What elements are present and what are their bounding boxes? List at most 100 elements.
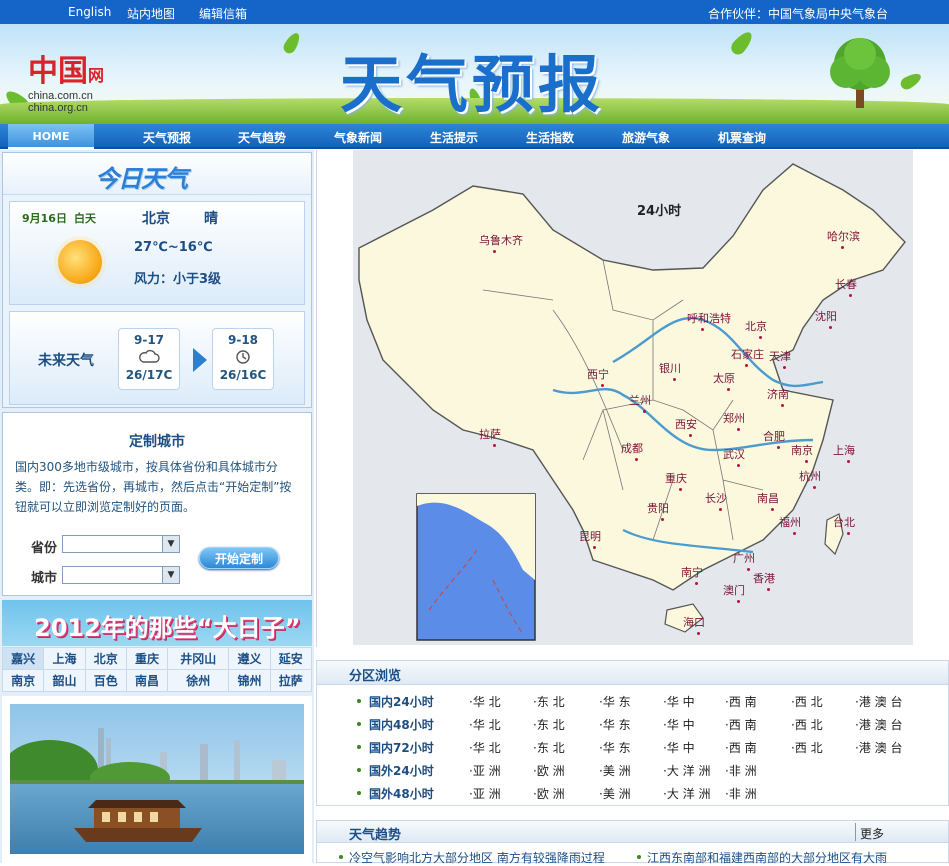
region-link[interactable]: ·港 澳 台 (855, 716, 902, 733)
city-jiaxing[interactable]: 嘉兴 (1, 647, 45, 670)
region-link[interactable]: ·东 北 (533, 693, 565, 710)
region-row-label[interactable]: 国内72小时 (369, 739, 434, 756)
map-city-label[interactable]: 澳门 (723, 582, 745, 598)
map-city-label[interactable]: 郑州 (723, 410, 745, 426)
map-city-label[interactable]: 上海 (833, 442, 855, 458)
region-link[interactable]: ·大 洋 洲 (663, 785, 710, 802)
nav-life-tips[interactable]: 生活提示 (430, 129, 478, 146)
map-city-label[interactable]: 南京 (791, 442, 813, 458)
map-city-label[interactable]: 香港 (753, 570, 775, 586)
editor-mailbox-link[interactable]: 编辑信箱 (199, 5, 247, 22)
trend-news-2[interactable]: 江西东南部和福建西南部的大部分地区有大雨 (647, 849, 887, 866)
map-city-label[interactable]: 济南 (767, 386, 789, 402)
more-link[interactable]: 更多 (860, 825, 884, 842)
map-city-label[interactable]: 长沙 (705, 490, 727, 506)
china-weather-map[interactable]: 24小时 乌鲁木齐 哈尔滨 长春 沈阳 呼和浩特 北京 天津 石家庄 银川 西宁 太原 济南 兰州 郑州 西… (353, 150, 913, 645)
region-row-label[interactable]: 国外24小时 (369, 762, 434, 779)
map-city-label[interactable]: 武汉 (723, 446, 745, 462)
map-city-label[interactable]: 西宁 (587, 366, 609, 382)
region-link[interactable]: ·东 北 (533, 716, 565, 733)
region-row-label[interactable]: 国内48小时 (369, 716, 434, 733)
map-city-label[interactable]: 南昌 (757, 490, 779, 506)
map-city-label[interactable]: 重庆 (665, 470, 687, 486)
map-city-label[interactable]: 台北 (833, 514, 855, 530)
city-zunyi[interactable]: 遵义 (228, 647, 271, 670)
region-link[interactable]: ·西 北 (791, 693, 823, 710)
map-city-label[interactable]: 呼和浩特 (687, 310, 731, 326)
map-city-label[interactable]: 拉萨 (479, 426, 501, 442)
map-city-label[interactable]: 天津 (769, 348, 791, 364)
region-link[interactable]: ·美 洲 (599, 762, 631, 779)
nav-weather-forecast[interactable]: 天气预报 (143, 129, 191, 146)
chevron-right-icon[interactable] (190, 346, 210, 374)
map-city-label[interactable]: 海口 (683, 614, 705, 630)
map-city-label[interactable]: 太原 (713, 370, 735, 386)
nav-life-index[interactable]: 生活指数 (526, 129, 574, 146)
region-link[interactable]: ·亚 洲 (469, 762, 501, 779)
partner-link[interactable]: 合作伙伴：中国气象局中央气象台 (708, 5, 888, 22)
city-chongqing[interactable]: 重庆 (125, 647, 169, 670)
region-link[interactable]: ·华 东 (599, 716, 631, 733)
region-link[interactable]: ·西 南 (725, 693, 757, 710)
map-city-label[interactable]: 南宁 (681, 564, 703, 580)
city-jinggangshan[interactable]: 井冈山 (167, 647, 230, 670)
map-city-label[interactable]: 杭州 (799, 468, 821, 484)
region-link[interactable]: ·西 北 (791, 716, 823, 733)
lake-boat-photo[interactable] (10, 704, 304, 854)
region-link[interactable]: ·华 中 (663, 739, 695, 756)
region-link[interactable]: ·西 南 (725, 716, 757, 733)
nav-travel-weather[interactable]: 旅游气象 (622, 129, 670, 146)
region-link[interactable]: ·亚 洲 (469, 785, 501, 802)
big-days-banner[interactable]: 2012年的那些“大日子” (2, 600, 312, 646)
region-link[interactable]: ·西 北 (791, 739, 823, 756)
nav-weather-trend[interactable]: 天气趋势 (238, 129, 286, 146)
region-link[interactable]: ·东 北 (533, 739, 565, 756)
city-baise[interactable]: 百色 (84, 669, 127, 692)
start-custom-button[interactable]: 开始定制 (199, 547, 279, 569)
region-link[interactable]: ·非 洲 (725, 762, 757, 779)
region-link[interactable]: ·美 洲 (599, 785, 631, 802)
region-link[interactable]: ·华 东 (599, 693, 631, 710)
region-link[interactable]: ·华 北 (469, 716, 501, 733)
chevron-down-icon[interactable]: ▼ (162, 536, 179, 552)
province-select[interactable]: ▼ (62, 535, 180, 553)
map-city-label[interactable]: 贵阳 (647, 500, 669, 516)
city-yanan[interactable]: 延安 (269, 647, 313, 670)
region-link[interactable]: ·港 澳 台 (855, 693, 902, 710)
region-link[interactable]: ·华 中 (663, 716, 695, 733)
english-link[interactable]: English (68, 5, 111, 19)
map-city-label[interactable]: 长春 (835, 276, 857, 292)
trend-news-1[interactable]: 冷空气影响北方大部分地区 南方有较强降雨过程 (349, 849, 605, 866)
city-lhasa[interactable]: 拉萨 (269, 669, 313, 692)
map-city-label[interactable]: 沈阳 (815, 308, 837, 324)
chevron-down-icon[interactable]: ▼ (162, 567, 179, 583)
city-nanchang[interactable]: 南昌 (125, 669, 169, 692)
nav-weather-news[interactable]: 气象新闻 (334, 129, 382, 146)
map-city-label[interactable]: 石家庄 (731, 346, 764, 362)
region-link[interactable]: ·非 洲 (725, 785, 757, 802)
region-link[interactable]: ·华 北 (469, 693, 501, 710)
city-beijing[interactable]: 北京 (84, 647, 127, 670)
region-link[interactable]: ·西 南 (725, 739, 757, 756)
city-xuzhou[interactable]: 徐州 (167, 669, 230, 692)
map-city-label[interactable]: 福州 (779, 514, 801, 530)
map-city-label[interactable]: 西安 (675, 416, 697, 432)
map-city-label[interactable]: 兰州 (629, 392, 651, 408)
region-link[interactable]: ·欧 洲 (533, 785, 565, 802)
map-city-label[interactable]: 广州 (733, 550, 755, 566)
region-row-label[interactable]: 国外48小时 (369, 785, 434, 802)
map-city-label[interactable]: 昆明 (579, 528, 601, 544)
nav-home[interactable]: HOME (8, 124, 94, 149)
map-city-label[interactable]: 哈尔滨 (827, 228, 860, 244)
region-link[interactable]: ·华 北 (469, 739, 501, 756)
map-city-label[interactable]: 成都 (621, 440, 643, 456)
region-link[interactable]: ·欧 洲 (533, 762, 565, 779)
region-link[interactable]: ·大 洋 洲 (663, 762, 710, 779)
map-city-label[interactable]: 乌鲁木齐 (479, 232, 523, 248)
city-shaoshan[interactable]: 韶山 (43, 669, 86, 692)
city-jinzhou[interactable]: 锦州 (228, 669, 271, 692)
site-logo[interactable]: 中国网 china.com.cn china.org.cn (28, 46, 138, 116)
region-link[interactable]: ·华 东 (599, 739, 631, 756)
city-nanjing[interactable]: 南京 (1, 669, 45, 692)
region-link[interactable]: ·华 中 (663, 693, 695, 710)
